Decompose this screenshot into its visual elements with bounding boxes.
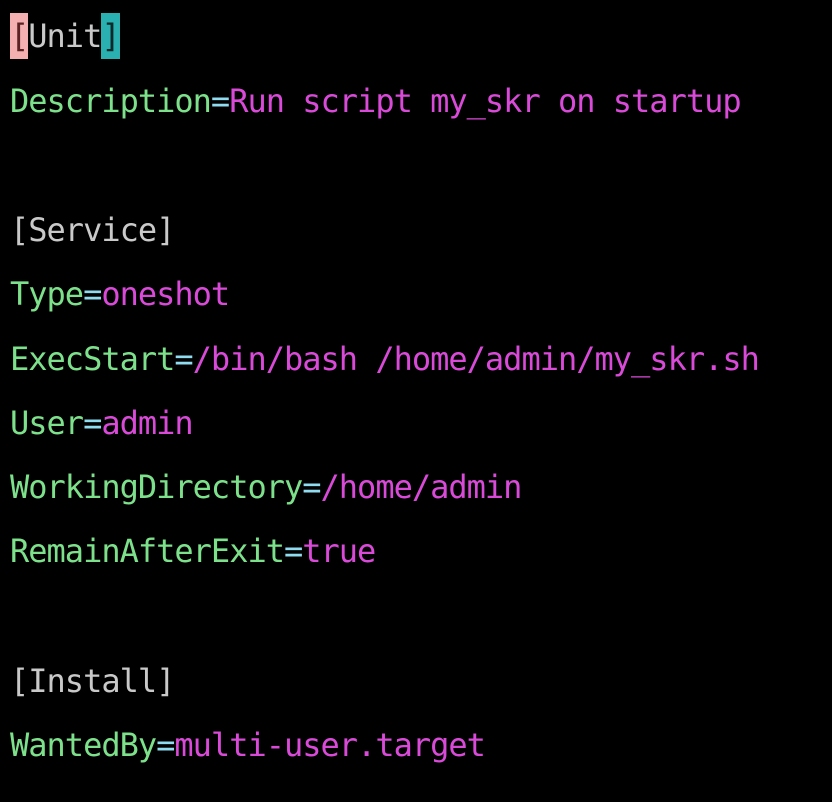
key-remain-after-exit: RemainAfterExit — [10, 532, 285, 570]
line-working-directory: WorkingDirectory=/home/admin — [10, 464, 523, 510]
line-type: Type=oneshot — [10, 271, 230, 317]
section-header-install: [Install] — [10, 662, 175, 700]
key-user: User — [10, 404, 84, 442]
line-remain-after-exit: RemainAfterExit=true — [10, 528, 376, 574]
line-user: User=admin — [10, 400, 194, 446]
equals-sign: = — [283, 532, 303, 570]
line-unit-header: [Unit] — [10, 13, 121, 59]
equals-sign: = — [174, 340, 193, 378]
key-type: Type — [10, 275, 84, 313]
equals-sign: = — [83, 404, 102, 442]
value-wantedby: multi-user.target — [174, 726, 486, 764]
text-editor-buffer[interactable]: [Unit] Description=Run script my_skr on … — [0, 0, 832, 802]
equals-sign: = — [302, 468, 321, 506]
equals-sign: = — [210, 82, 230, 120]
value-execstart: /bin/bash /home/admin/my_skr.sh — [192, 340, 760, 378]
bracket-match-open: [ — [10, 13, 29, 59]
equals-sign: = — [83, 275, 102, 313]
line-wantedby: WantedBy=multi-user.target — [10, 722, 486, 768]
section-header-service: [Service] — [10, 211, 175, 249]
equals-sign: = — [156, 726, 175, 764]
value-type: oneshot — [101, 275, 230, 313]
line-service-header: [Service] — [10, 207, 175, 253]
value-user: admin — [101, 404, 193, 442]
key-wantedby: WantedBy — [10, 726, 157, 764]
value-remain-after-exit: true — [302, 532, 376, 570]
line-install-header: [Install] — [10, 658, 175, 704]
line-description: Description=Run script my_skr on startup — [10, 78, 742, 124]
key-execstart: ExecStart — [10, 340, 175, 378]
line-execstart: ExecStart=/bin/bash /home/admin/my_skr.s… — [10, 336, 760, 382]
value-description: Run script my_skr on startup — [229, 82, 741, 120]
key-description: Description — [10, 82, 212, 120]
cursor-bracket-close: ] — [101, 13, 121, 59]
section-name-unit: Unit — [28, 17, 102, 55]
value-working-directory: /home/admin — [320, 468, 523, 506]
key-working-directory: WorkingDirectory — [10, 468, 303, 506]
